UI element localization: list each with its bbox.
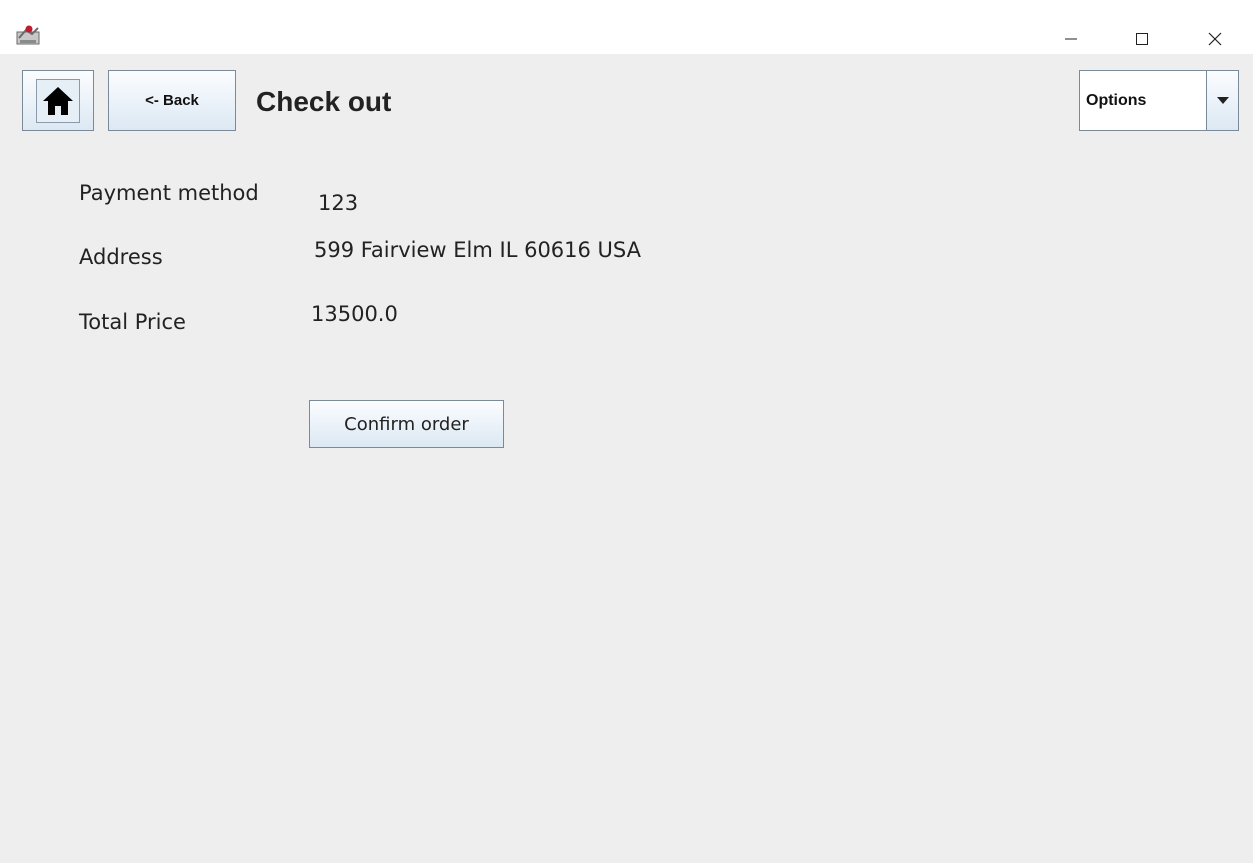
close-icon <box>1208 32 1222 46</box>
close-button[interactable] <box>1192 16 1238 62</box>
address-label: Address <box>79 245 163 269</box>
java-app-icon <box>16 24 42 46</box>
options-selected-value: Options <box>1086 92 1147 109</box>
address-value: 599 Fairview Elm IL 60616 USA <box>314 238 642 262</box>
payment-method-label: Payment method <box>79 181 259 205</box>
options-dropdown[interactable]: Options <box>1079 70 1239 131</box>
window-title-bar[interactable] <box>0 8 1253 54</box>
back-button[interactable]: <- Back <box>108 70 236 131</box>
options-dropdown-toggle[interactable] <box>1206 71 1238 130</box>
payment-method-value: 123 <box>318 191 359 215</box>
home-button[interactable] <box>22 70 94 131</box>
total-price-value: 13500.0 <box>311 302 398 326</box>
home-icon-frame <box>36 78 80 123</box>
home-icon <box>43 86 73 115</box>
maximize-icon <box>1136 33 1148 45</box>
chevron-down-icon <box>1216 96 1229 104</box>
confirm-order-button[interactable]: Confirm order <box>309 400 504 448</box>
minimize-button[interactable] <box>1048 16 1094 62</box>
total-price-label: Total Price <box>79 310 186 334</box>
minimize-icon <box>1065 38 1077 40</box>
maximize-button[interactable] <box>1119 16 1165 62</box>
page-title: Check out <box>256 86 392 117</box>
